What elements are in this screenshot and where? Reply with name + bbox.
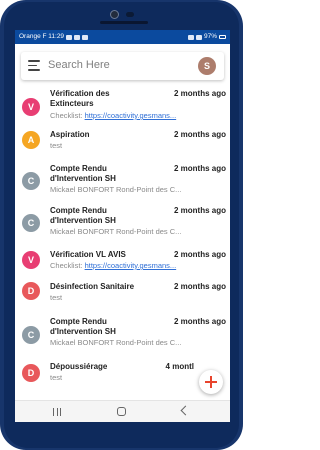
item-avatar: D	[22, 282, 40, 300]
app-screen: Orange F 11:29 97% Search Here S V Vérif…	[15, 30, 230, 422]
item-title: Vérification des Extincteurs	[50, 89, 110, 108]
item-subtitle: Mickael BONFORT Rond-Point des C...	[50, 185, 182, 194]
item-subtitle: test	[50, 293, 63, 302]
list-item[interactable]: V Vérification des Extincteurs 2 months …	[15, 88, 230, 128]
checklist-link[interactable]: https://coactivity.gesmans...	[85, 261, 177, 270]
status-carrier-time: Orange F 11:29	[19, 33, 65, 40]
item-time: 2 months ago	[173, 164, 226, 173]
list-item[interactable]: D Dépoussiérage 4 montl test	[15, 360, 230, 400]
item-subtitle: test	[50, 141, 63, 150]
battery-icon	[219, 35, 226, 39]
item-title: Compte Rendu d'Intervention SH	[50, 164, 116, 183]
item-title: Aspiration	[50, 130, 90, 139]
notification-icon	[82, 34, 89, 40]
mail-icon	[74, 34, 81, 40]
item-avatar: C	[22, 214, 40, 232]
status-bar: Orange F 11:29 97%	[15, 30, 230, 44]
sensor-icon	[126, 12, 134, 17]
recent-apps-button[interactable]	[53, 408, 61, 416]
image-icon	[66, 34, 73, 40]
signal-icon	[195, 34, 202, 40]
item-avatar: D	[22, 364, 40, 382]
item-time: 2 months ago	[173, 206, 226, 215]
item-title: Dépoussiérage	[50, 362, 108, 371]
search-bar[interactable]: Search Here S	[21, 52, 224, 80]
item-subtitle: Checklist: https://coactivity.gesmans...	[50, 111, 177, 120]
list-item[interactable]: C Compte Rendu d'Intervention SH 2 month…	[15, 162, 230, 202]
item-avatar: V	[22, 251, 40, 269]
item-time: 2 months ago	[173, 250, 226, 259]
item-time: 2 months ago	[173, 317, 226, 326]
battery-level: 97%	[203, 33, 217, 40]
home-button[interactable]	[117, 407, 126, 416]
user-avatar[interactable]: S	[198, 57, 216, 75]
item-time: 2 months ago	[173, 130, 226, 139]
search-input[interactable]: Search Here	[48, 59, 110, 71]
item-avatar: A	[22, 131, 40, 149]
list-item[interactable]: C Compte Rendu d'Intervention SH 2 month…	[15, 316, 230, 356]
item-subtitle: Mickael BONFORT Rond-Point des C...	[50, 227, 182, 236]
item-title: Désinfection Sanitaire	[50, 282, 135, 291]
menu-icon[interactable]	[28, 60, 40, 71]
item-time: 4 montl	[165, 362, 194, 371]
item-time: 2 months ago	[173, 282, 226, 291]
list-item[interactable]: C Compte Rendu d'Intervention SH 2 month…	[15, 204, 230, 244]
location-icon	[187, 34, 194, 40]
item-subtitle: Mickael BONFORT Rond-Point des C...	[50, 338, 182, 347]
speaker-grille	[100, 21, 148, 24]
camera-icon	[110, 10, 119, 19]
item-time: 2 months ago	[173, 89, 226, 98]
item-avatar: C	[22, 326, 40, 344]
checklist-link[interactable]: https://coactivity.gesmans...	[85, 111, 177, 120]
back-button[interactable]	[180, 405, 191, 416]
add-button[interactable]	[199, 370, 223, 394]
item-title: Compte Rendu d'Intervention SH	[50, 206, 116, 225]
item-subtitle: Checklist: https://coactivity.gesmans...	[50, 261, 177, 270]
list-item[interactable]: D Désinfection Sanitaire 2 months ago te…	[15, 280, 230, 320]
item-avatar: C	[22, 172, 40, 190]
item-avatar: V	[22, 98, 40, 116]
item-title: Compte Rendu d'Intervention SH	[50, 317, 116, 336]
system-nav-bar	[15, 400, 230, 422]
item-title: Vérification VL AVIS	[50, 250, 126, 259]
